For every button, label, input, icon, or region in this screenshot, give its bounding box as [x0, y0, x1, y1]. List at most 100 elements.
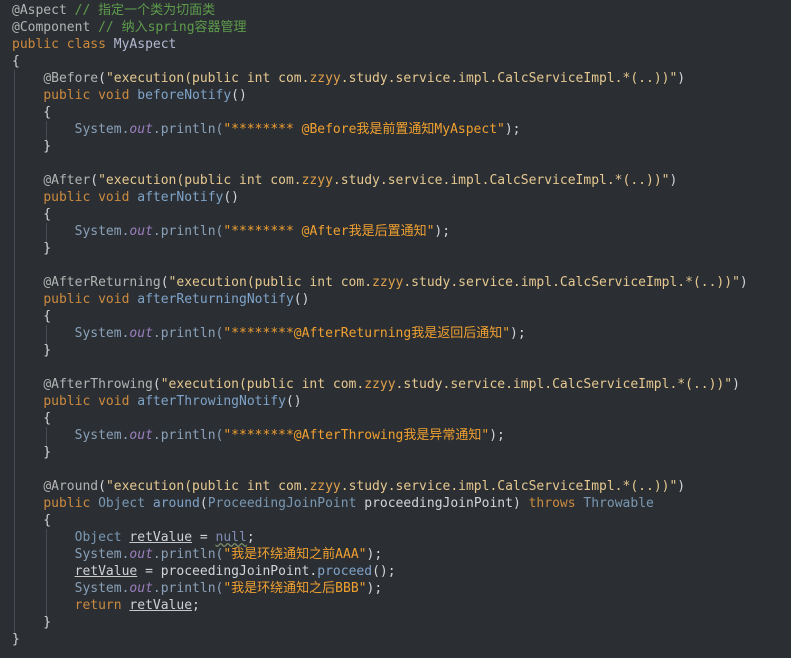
- code-token: {: [12, 207, 52, 222]
- code-line[interactable]: System.out.println("********@AfterThrowi…: [0, 427, 791, 444]
- code-token: (: [98, 479, 106, 494]
- code-line[interactable]: Object retValue = null;: [0, 529, 791, 546]
- code-token: return: [74, 598, 122, 613]
- code-token: @Aspect: [12, 3, 67, 18]
- code-line[interactable]: {: [0, 104, 791, 121]
- code-token: "我是环绕通知之前AAA": [223, 547, 367, 562]
- code-line[interactable]: public class MyAspect: [0, 36, 791, 53]
- code-line[interactable]: public void afterThrowingNotify(): [0, 393, 791, 410]
- code-token: = proceedingJoinPoint.: [137, 564, 318, 579]
- code-line[interactable]: System.out.println("我是环绕通知之前AAA");: [0, 546, 791, 563]
- code-line[interactable]: @Around("execution(public int com.zzyy.s…: [0, 478, 791, 495]
- code-line[interactable]: {: [0, 410, 791, 427]
- code-line[interactable]: retValue = proceedingJoinPoint.proceed()…: [0, 563, 791, 580]
- code-token: retValue: [74, 564, 138, 579]
- code-token: System.: [74, 428, 130, 443]
- code-token: System.: [74, 326, 130, 341]
- code-token: around: [152, 496, 200, 511]
- code-line[interactable]: public void afterReturningNotify(): [0, 291, 791, 308]
- code-line[interactable]: [0, 257, 791, 274]
- code-line[interactable]: }: [0, 614, 791, 631]
- code-token: out: [129, 224, 153, 239]
- code-token: proceedingJoinPoint): [356, 496, 529, 511]
- code-line[interactable]: System.out.println("********@AfterReturn…: [0, 325, 791, 342]
- code-line[interactable]: @After("execution(public int com.zzyy.st…: [0, 172, 791, 189]
- code-token: @AfterReturning: [43, 275, 161, 290]
- code-line[interactable]: [0, 155, 791, 172]
- code-line[interactable]: }: [0, 444, 791, 461]
- code-token: zzyy: [364, 377, 396, 392]
- code-token: ;: [246, 530, 255, 545]
- code-token: public: [43, 190, 91, 205]
- code-line[interactable]: @Before("execution(public int com.zzyy.s…: [0, 70, 791, 87]
- code-token: .study.service.impl.CalcServiceImpl.*(..…: [403, 275, 740, 290]
- code-token: void: [98, 88, 130, 103]
- code-token: out: [129, 326, 153, 341]
- code-token: zzyy: [372, 275, 404, 290]
- code-line[interactable]: [0, 461, 791, 478]
- code-token: zzyy: [301, 173, 333, 188]
- code-line[interactable]: System.out.println("******** @After我是后置通…: [0, 223, 791, 240]
- code-line[interactable]: @AfterReturning("execution(public int co…: [0, 274, 791, 291]
- code-line[interactable]: public Object around(ProceedingJoinPoint…: [0, 495, 791, 512]
- code-token: Object: [74, 530, 122, 545]
- code-line[interactable]: [0, 359, 791, 376]
- code-line[interactable]: System.out.println("******** @Before我是前置…: [0, 121, 791, 138]
- code-line[interactable]: {: [0, 206, 791, 223]
- code-token: class: [66, 37, 106, 52]
- code-line[interactable]: public void beforeNotify(): [0, 87, 791, 104]
- code-token: );: [434, 224, 451, 239]
- code-token: }: [12, 632, 20, 647]
- code-line[interactable]: {: [0, 53, 791, 70]
- code-line[interactable]: }: [0, 138, 791, 155]
- code-token: out: [129, 581, 153, 596]
- code-token: .println(: [152, 581, 224, 596]
- code-token: zzyy: [309, 479, 341, 494]
- code-line[interactable]: }: [0, 631, 791, 648]
- code-token: (: [160, 275, 169, 290]
- code-token: (: [90, 173, 99, 188]
- code-line[interactable]: {: [0, 512, 791, 529]
- code-line[interactable]: @AfterThrowing("execution(public int com…: [0, 376, 791, 393]
- code-token: ();: [372, 564, 396, 579]
- code-token: (): [223, 190, 239, 205]
- code-token: null: [215, 530, 247, 545]
- code-token: (): [231, 88, 247, 103]
- code-token: "execution(public int com.: [98, 173, 302, 188]
- code-line[interactable]: }: [0, 342, 791, 359]
- code-token: public: [43, 88, 91, 103]
- code-token: // 纳入spring容器管理: [98, 20, 247, 35]
- code-line[interactable]: }: [0, 240, 791, 257]
- code-line[interactable]: {: [0, 308, 791, 325]
- code-token: ): [739, 275, 748, 290]
- code-line[interactable]: @Aspect // 指定一个类为切面类: [0, 2, 791, 19]
- code-lines: @Aspect // 指定一个类为切面类 @Component // 纳入spri…: [0, 2, 791, 648]
- code-token: .println(: [152, 224, 224, 239]
- code-token: );: [366, 547, 383, 562]
- code-token: retValue: [129, 530, 193, 545]
- code-editor[interactable]: @Aspect // 指定一个类为切面类 @Component // 纳入spri…: [0, 0, 791, 658]
- code-token: ProceedingJoinPoint: [207, 496, 357, 511]
- code-line[interactable]: @Component // 纳入spring容器管理: [0, 19, 791, 36]
- code-token: }: [12, 241, 52, 256]
- code-line[interactable]: return retValue;: [0, 597, 791, 614]
- code-token: .println(: [152, 547, 224, 562]
- code-line[interactable]: System.out.println("我是环绕通知之后BBB");: [0, 580, 791, 597]
- code-token: throws: [528, 496, 576, 511]
- code-token: out: [129, 547, 153, 562]
- code-token: );: [489, 428, 505, 443]
- code-line[interactable]: public void afterNotify(): [0, 189, 791, 206]
